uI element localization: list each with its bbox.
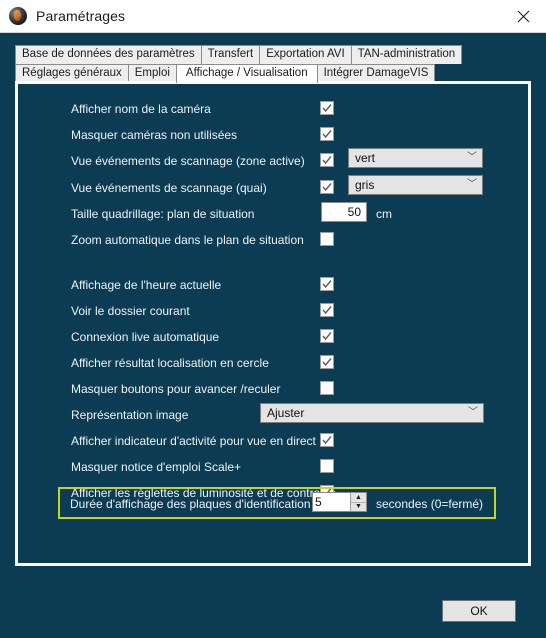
checkbox-connexion-live[interactable] [320,329,334,343]
label-duree-affichage-suffix: secondes (0=fermé) [376,497,484,511]
combo-zone-active-color[interactable]: vert ﹀ [348,148,483,168]
input-taille-quadrillage[interactable]: 50 [321,202,367,222]
checkbox-afficher-nom-camera[interactable] [320,101,334,115]
label-voir-dossier-courant: Voir le dossier courant [71,304,190,318]
settings-panel: Afficher nom de la caméra Masquer caméra… [15,81,531,566]
spinner-down-icon[interactable]: ▼ [351,503,366,512]
label-afficher-nom-camera: Afficher nom de la caméra [71,102,211,116]
combo-quai-value: gris [355,178,375,192]
label-indicateur-activite: Afficher indicateur d'activité pour vue … [71,434,316,448]
label-connexion-live: Connexion live automatique [71,330,220,344]
chevron-down-icon: ﹀ [467,179,477,190]
label-masquer-boutons: Masquer boutons pour avancer /reculer [71,382,281,396]
close-icon[interactable] [500,0,546,32]
check-icon [322,104,332,113]
checkbox-resultat-localisation[interactable] [320,355,334,369]
combo-zone-active-value: vert [355,151,376,165]
spinner-buttons: ▲ ▼ [350,493,366,511]
spinner-up-icon[interactable]: ▲ [351,493,366,503]
checkbox-masquer-boutons[interactable] [320,381,334,395]
check-icon [322,280,332,289]
label-vue-evenements-zone-active: Vue événements de scannage (zone active) [71,154,305,168]
tab-base-de-donnees[interactable]: Base de données des paramètres [15,45,202,64]
chevron-down-icon: ﹀ [468,407,478,418]
check-icon [322,183,332,192]
label-masquer-notice-emploi: Masquer notice d'emploi Scale+ [71,460,242,474]
check-icon [322,306,332,315]
unit-taille-quadrillage: cm [376,207,392,221]
tab-row-upper: Base de données des paramètres Transfert… [15,45,531,64]
window-title: Paramétrages [36,8,126,24]
tab-affichage-visualisation[interactable]: Affichage / Visualisation [175,64,318,83]
check-icon [322,130,332,139]
label-zoom-automatique: Zoom automatique dans le plan de situati… [71,233,304,247]
combo-representation-image[interactable]: Ajuster ﹀ [260,403,484,423]
label-vue-evenements-quai: Vue événements de scannage (quai) [71,181,267,195]
title-bar: Paramétrages [0,0,546,33]
chevron-down-icon: ﹀ [467,152,477,163]
combo-quai-color[interactable]: gris ﹀ [348,175,483,195]
checkbox-vue-evenements-zone-active[interactable] [320,153,334,167]
checkbox-indicateur-activite[interactable] [320,433,334,447]
label-taille-quadrillage: Taille quadrillage: plan de situation [71,207,255,221]
tab-exportation-avi[interactable]: Exportation AVI [259,45,352,64]
spinner-value: 5 [315,495,322,509]
ok-button[interactable]: OK [442,600,516,622]
checkbox-affichage-heure[interactable] [320,277,334,291]
app-globe-icon [9,7,27,25]
close-glyph [517,10,529,22]
combo-representation-image-value: Ajuster [267,406,305,420]
tab-strip: Base de données des paramètres Transfert… [15,45,531,83]
tab-transfert[interactable]: Transfert [200,45,261,64]
checkbox-voir-dossier-courant[interactable] [320,303,334,317]
check-icon [322,156,332,165]
settings-rows: Afficher nom de la caméra Masquer caméra… [18,84,528,563]
checkbox-masquer-cameras[interactable] [320,127,334,141]
checkbox-zoom-automatique[interactable] [320,232,334,246]
settings-dialog-window: Paramétrages Base de données des paramèt… [0,0,546,638]
checkbox-masquer-notice-emploi[interactable] [320,459,334,473]
tab-tan-administration[interactable]: TAN-administration [350,45,463,64]
check-icon [322,358,332,367]
label-representation-image: Représentation image [71,408,189,422]
spinner-duree-affichage[interactable]: 5 ▲ ▼ [312,492,367,512]
check-icon [322,332,332,341]
label-masquer-cameras: Masquer caméras non utilisées [71,128,238,142]
checkbox-vue-evenements-quai[interactable] [320,180,334,194]
label-affichage-heure: Affichage de l'heure actuelle [71,278,222,292]
check-icon [322,436,332,445]
label-resultat-localisation: Afficher résultat localisation en cercle [71,356,269,370]
